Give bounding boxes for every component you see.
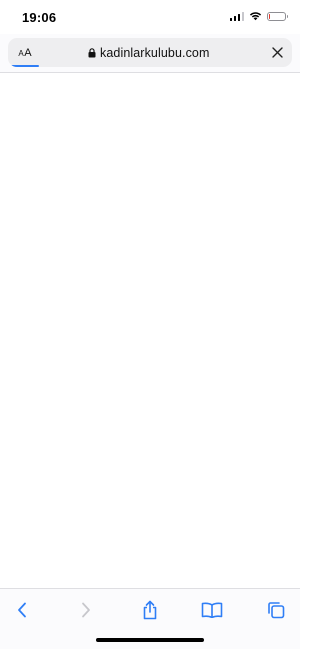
reader-options-label: AA (18, 46, 32, 59)
status-time: 19:06 (22, 10, 57, 25)
forward-button[interactable] (72, 597, 100, 623)
page-load-progress-fill (11, 65, 40, 67)
battery-level (269, 13, 271, 19)
address-bar[interactable]: AA kadinlarkulubu.com (8, 38, 292, 67)
page-load-progress (8, 65, 292, 67)
reader-options-button[interactable]: AA (14, 38, 36, 67)
url-field[interactable]: kadinlarkulubu.com (88, 38, 210, 67)
web-content[interactable] (0, 73, 300, 588)
chevron-left-icon (18, 602, 26, 618)
stop-loading-button[interactable] (267, 42, 288, 63)
wifi-icon (249, 12, 262, 21)
tabs-button[interactable] (262, 597, 290, 623)
bookmarks-button[interactable] (198, 597, 226, 623)
battery-icon (267, 11, 288, 21)
tabs-icon (268, 602, 285, 619)
book-icon (201, 602, 223, 618)
url-text: kadinlarkulubu.com (100, 45, 210, 60)
status-bar: 19:06 (0, 0, 300, 34)
home-indicator[interactable] (96, 638, 204, 642)
browser-toolbar (0, 588, 300, 649)
back-button[interactable] (8, 597, 36, 623)
lock-icon (88, 47, 96, 57)
close-icon (272, 47, 283, 58)
share-icon (143, 600, 157, 620)
address-area: AA kadinlarkulubu.com (0, 34, 300, 73)
chevron-right-icon (82, 602, 90, 618)
share-button[interactable] (136, 597, 164, 623)
status-icons (229, 11, 288, 21)
cellular-signal-icon (229, 11, 244, 21)
